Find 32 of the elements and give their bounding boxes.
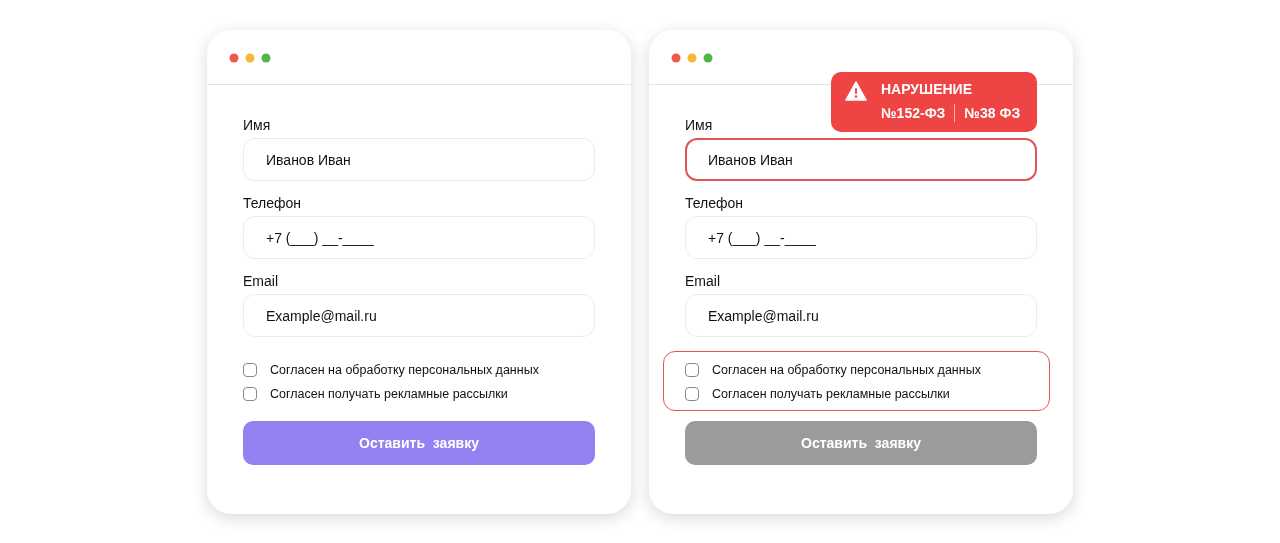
window-controls-icon bbox=[229, 53, 273, 63]
field-label: Имя bbox=[243, 117, 272, 134]
field-label: Email bbox=[685, 273, 721, 290]
checkbox-label: Согласен получать рекламные рассылки bbox=[270, 386, 508, 402]
field-label: Имя bbox=[685, 117, 714, 134]
input-field[interactable]: Example@mail.ru bbox=[685, 294, 1037, 337]
law-reference: №152-ФЗ bbox=[881, 104, 946, 122]
checkbox[interactable] bbox=[685, 363, 699, 377]
window-controls-icon bbox=[671, 53, 715, 63]
field-label: Телефон bbox=[685, 195, 745, 212]
checkbox[interactable] bbox=[685, 387, 699, 401]
checkbox-label: Согласен получать рекламные рассылки bbox=[712, 386, 950, 402]
input-field[interactable]: Иванов Иван bbox=[685, 138, 1037, 181]
field-value: +7 (___) __-____ bbox=[266, 229, 374, 246]
checkbox-label: Согласен на обработку персональных данных bbox=[270, 362, 539, 378]
field-value: Иванов Иван bbox=[708, 151, 793, 168]
input-field[interactable]: +7 (___) __-____ bbox=[685, 216, 1037, 259]
field-value: Иванов Иван bbox=[266, 151, 351, 168]
violation-title: НАРУШЕНИЕ bbox=[881, 80, 973, 98]
input-field[interactable]: +7 (___) __-____ bbox=[243, 216, 595, 259]
field-value: +7 (___) __-____ bbox=[708, 229, 816, 246]
input-field[interactable]: Иванов Иван bbox=[243, 138, 595, 181]
law-reference: №38 ФЗ bbox=[964, 104, 1021, 122]
field-label: Телефон bbox=[243, 195, 303, 212]
checkbox-label: Согласен на обработку персональных данных bbox=[712, 362, 981, 378]
checkbox[interactable] bbox=[243, 363, 257, 377]
field-value: Example@mail.ru bbox=[266, 307, 377, 324]
field-value: Example@mail.ru bbox=[708, 307, 819, 324]
warning-icon bbox=[845, 81, 867, 101]
field-label: Email bbox=[243, 273, 279, 290]
checkbox[interactable] bbox=[243, 387, 257, 401]
input-field[interactable]: Example@mail.ru bbox=[243, 294, 595, 337]
